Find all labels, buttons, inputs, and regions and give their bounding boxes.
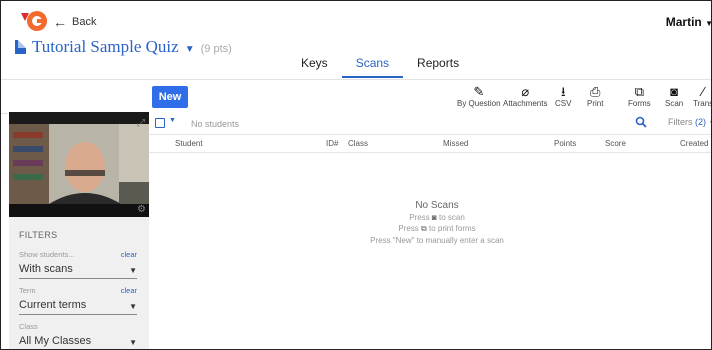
trans-button[interactable]: ⁄ Trans bbox=[693, 84, 712, 108]
filters-label: Filters bbox=[668, 117, 693, 127]
select-value: With scans bbox=[19, 263, 73, 275]
column-created[interactable]: Created ↓ bbox=[680, 139, 711, 148]
empty-line-new: Press "New" to manually enter a scan bbox=[370, 236, 504, 245]
filter-term: Term clear Current terms ▼ bbox=[19, 286, 137, 315]
select-value: Current terms bbox=[19, 299, 87, 311]
camera-icon: ◙ bbox=[431, 213, 437, 222]
quiz-title: Tutorial Sample Quiz bbox=[32, 37, 179, 56]
search-bar: ▼ Filters (2) ▼ bbox=[149, 112, 711, 135]
user-menu[interactable]: Martin ▼ bbox=[665, 15, 711, 29]
wand-icon: ⁄ bbox=[701, 84, 705, 99]
select-value: All My Classes bbox=[19, 335, 92, 347]
by-question-button[interactable]: ✎ By Question bbox=[457, 84, 501, 108]
column-id[interactable]: ID# bbox=[326, 139, 338, 148]
empty-line-text: Press bbox=[398, 224, 419, 233]
forms-icon: ⧉ bbox=[634, 84, 644, 99]
scan-button[interactable]: ◙ Scan bbox=[665, 84, 683, 108]
empty-line-text: Press bbox=[409, 213, 430, 222]
caret-down-icon: ▼ bbox=[705, 19, 711, 28]
printer-icon: ⎙ bbox=[590, 84, 601, 99]
print-button[interactable]: ⎙ Print bbox=[587, 84, 603, 108]
tab-keys[interactable]: Keys bbox=[287, 56, 342, 76]
tab-reports[interactable]: Reports bbox=[403, 56, 473, 76]
caret-down-icon: ▼ bbox=[129, 302, 137, 311]
term-select[interactable]: Current terms ▼ bbox=[19, 299, 137, 315]
pencil-icon: ✎ bbox=[473, 84, 485, 99]
forms-icon: ⧉ bbox=[421, 224, 427, 233]
camera-icon: ◙ bbox=[670, 84, 679, 99]
filter-label: Class bbox=[19, 322, 38, 331]
tab-bar: Keys Scans Reports bbox=[287, 56, 473, 78]
caret-down-icon[interactable]: ▼ bbox=[169, 117, 176, 124]
column-student[interactable]: Student bbox=[175, 139, 203, 148]
filter-show-students: Show students... clear With scans ▼ bbox=[19, 250, 137, 279]
webcam-preview: ⤢ ⚙ bbox=[9, 112, 149, 217]
caret-down-icon: ▼ bbox=[184, 44, 195, 55]
table-header: Student ID# Class Missed Points Score Cr… bbox=[149, 135, 711, 153]
scans-table: ▼ Filters (2) ▼ Student ID# Class Missed… bbox=[149, 112, 711, 349]
quiz-title-menu[interactable]: Tutorial Sample Quiz ▼ (9 pts) bbox=[15, 37, 232, 57]
csv-button[interactable]: ⭳ CSV bbox=[555, 84, 571, 108]
select-all-checkbox[interactable] bbox=[155, 118, 165, 128]
caret-down-icon: ▼ bbox=[709, 120, 711, 127]
forms-label: Forms bbox=[628, 99, 651, 108]
logo-icon bbox=[21, 11, 47, 31]
forms-button[interactable]: ⧉ Forms bbox=[628, 84, 651, 108]
csv-label: CSV bbox=[555, 99, 572, 108]
empty-state: No Scans Press ◙ to scan Press ⧉ to prin… bbox=[149, 200, 711, 245]
toolbar: New ✎ By Question ⌀ Attachments ⭳ CSV ⎙ … bbox=[1, 79, 712, 114]
clear-link[interactable]: clear bbox=[121, 286, 137, 295]
caret-down-icon: ▼ bbox=[129, 338, 137, 347]
filter-label: Term bbox=[19, 286, 36, 295]
search-icon[interactable] bbox=[635, 116, 647, 128]
new-button[interactable]: New bbox=[152, 86, 188, 108]
app-frame: ← Back Martin ▼ Tutorial Sample Quiz ▼ (… bbox=[0, 0, 712, 350]
filters-title: FILTERS bbox=[19, 230, 58, 240]
column-created-label: Created bbox=[680, 139, 709, 148]
student-search-input[interactable] bbox=[189, 116, 423, 132]
svg-text:⤢: ⤢ bbox=[137, 118, 145, 129]
user-name: Martin bbox=[665, 15, 702, 29]
left-panel: ⤢ ⚙ FILTERS Show students... clear With … bbox=[9, 112, 149, 349]
clear-link[interactable]: clear bbox=[121, 250, 137, 259]
quiz-points: (9 pts) bbox=[200, 43, 232, 55]
filter-class: Class All My Classes ▼ bbox=[19, 322, 137, 349]
caret-down-icon: ▼ bbox=[129, 266, 137, 275]
attachments-label: Attachments bbox=[503, 99, 548, 108]
filter-label: Show students... bbox=[19, 250, 75, 259]
attachments-button[interactable]: ⌀ Attachments bbox=[503, 84, 547, 108]
print-label: Print bbox=[587, 99, 604, 108]
header: ← Back Martin ▼ Tutorial Sample Quiz ▼ (… bbox=[1, 1, 711, 79]
arrow-left-icon: ← bbox=[53, 13, 67, 30]
empty-line-forms: Press ⧉ to print forms bbox=[149, 224, 711, 234]
filters-count: (2) bbox=[695, 117, 707, 127]
by-question-label: By Question bbox=[457, 99, 501, 108]
download-icon: ⭳ bbox=[560, 84, 566, 99]
empty-line-scan: Press ◙ to scan bbox=[149, 213, 711, 222]
scan-label: Scan bbox=[665, 99, 684, 108]
empty-title: No Scans bbox=[415, 200, 459, 211]
empty-line-text: to scan bbox=[438, 213, 465, 222]
svg-text:⚙: ⚙ bbox=[137, 204, 146, 215]
tab-scans[interactable]: Scans bbox=[341, 56, 404, 78]
filters-button[interactable]: Filters (2) ▼ bbox=[668, 117, 711, 127]
paperclip-icon: ⌀ bbox=[521, 84, 530, 99]
empty-line-text: to print forms bbox=[428, 224, 476, 233]
trans-label: Trans bbox=[693, 99, 712, 108]
column-score[interactable]: Score bbox=[605, 139, 626, 148]
column-points[interactable]: Points bbox=[554, 139, 576, 148]
column-class[interactable]: Class bbox=[348, 139, 368, 148]
class-select[interactable]: All My Classes ▼ bbox=[19, 335, 137, 349]
column-missed[interactable]: Missed bbox=[443, 139, 468, 148]
document-icon bbox=[15, 40, 26, 54]
back-button[interactable]: ← Back bbox=[53, 13, 97, 30]
show-students-select[interactable]: With scans ▼ bbox=[19, 263, 137, 279]
back-label: Back bbox=[72, 16, 97, 28]
